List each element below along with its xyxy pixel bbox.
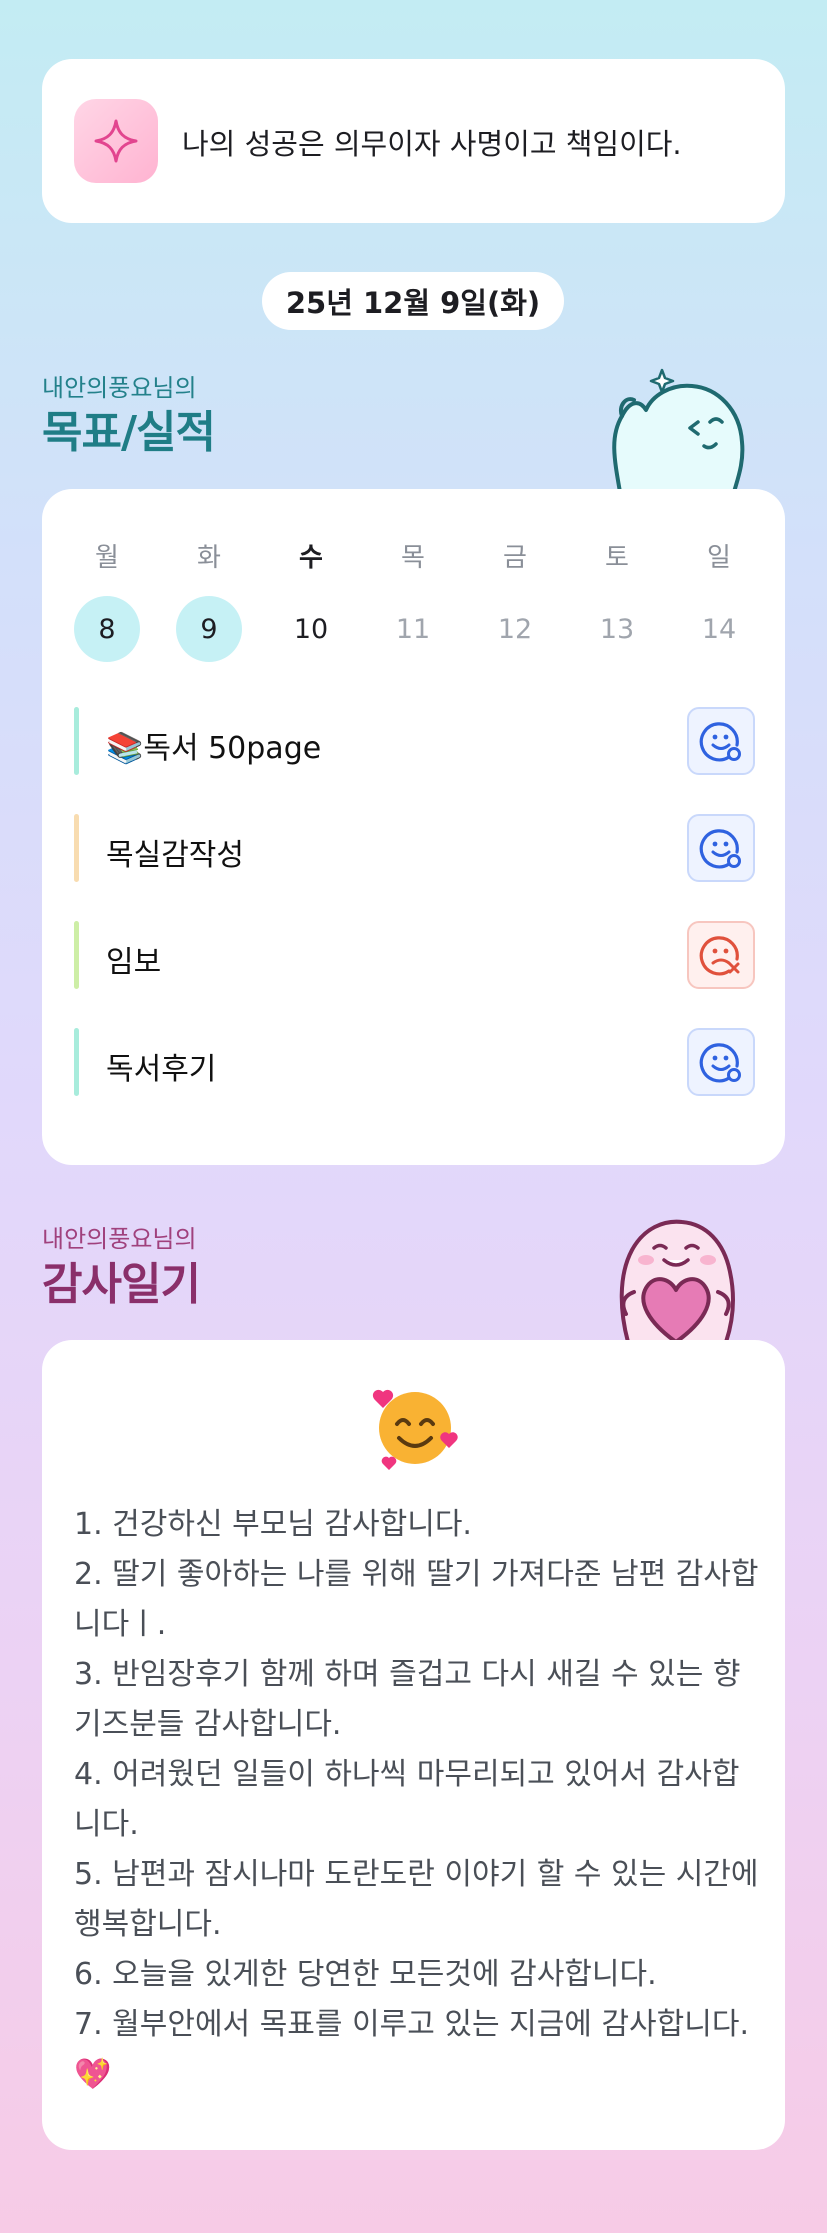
diary-text: 1. 건강하신 부모님 감사합니다. 2. 딸기 좋아하는 나를 위해 딸기 가… — [74, 1507, 759, 2092]
thanks-title: 감사일기 — [42, 1259, 201, 1310]
day-name-sun: 일 — [707, 543, 731, 573]
day-name-sat: 토 — [605, 543, 629, 573]
day-number-fri[interactable]: 12 — [482, 596, 548, 662]
day-name-wed: 수 — [299, 543, 323, 573]
goal-item[interactable]: 임보 — [74, 921, 755, 989]
goal-accent-bar — [74, 921, 79, 989]
goal-item[interactable]: 독서후기 — [74, 1028, 755, 1096]
goal-label: 임보 — [106, 945, 162, 980]
goals-title: 목표/실적 — [42, 407, 216, 458]
day-name-tue: 화 — [197, 543, 221, 573]
goal-item[interactable]: 목실감작성 — [74, 814, 755, 882]
goal-label: 목실감작성 — [106, 838, 244, 873]
success-face-icon[interactable] — [687, 707, 755, 775]
motto-text: 나의 성공은 의무이자 사명이고 책임이다. — [182, 127, 682, 161]
goal-accent-bar — [74, 1028, 79, 1096]
success-face-icon[interactable] — [687, 814, 755, 882]
day-number-wed[interactable]: 10 — [278, 596, 344, 662]
day-number-mon[interactable]: 8 — [74, 596, 140, 662]
motto-card: 나의 성공은 의무이자 사명이고 책임이다. — [42, 59, 785, 223]
day-number-sat[interactable]: 13 — [584, 596, 650, 662]
day-name-mon: 월 — [95, 543, 119, 573]
fail-face-icon[interactable] — [687, 921, 755, 989]
day-number-tue[interactable]: 9 — [176, 596, 242, 662]
gratitude-diary-card: 1. 건강하신 부모님 감사합니다. 2. 딸기 좋아하는 나를 위해 딸기 가… — [42, 1340, 785, 2150]
day-number-sun[interactable]: 14 — [686, 596, 752, 662]
sparkle-icon — [74, 99, 158, 183]
goal-label: 독서후기 — [106, 1052, 217, 1087]
mascot-goals-icon — [612, 368, 745, 492]
day-name-thu: 목 — [401, 543, 425, 573]
smiling-face-with-hearts-icon — [372, 1389, 458, 1470]
day-name-fri: 금 — [503, 543, 527, 573]
goal-item[interactable]: 📚독서 50page — [74, 707, 755, 775]
goal-accent-bar — [74, 707, 79, 775]
goal-label: 📚독서 50page — [106, 731, 322, 766]
success-face-icon[interactable] — [687, 1028, 755, 1096]
date-pill[interactable]: 25년 12월 9일(화) — [262, 272, 564, 330]
mascot-heart-icon — [619, 1219, 735, 1342]
goals-card: 월 화 수 목 금 토 일 8 9 10 11 12 13 14 📚독서 50p… — [42, 489, 785, 1165]
day-number-thu[interactable]: 11 — [380, 596, 446, 662]
goal-accent-bar — [74, 814, 79, 882]
